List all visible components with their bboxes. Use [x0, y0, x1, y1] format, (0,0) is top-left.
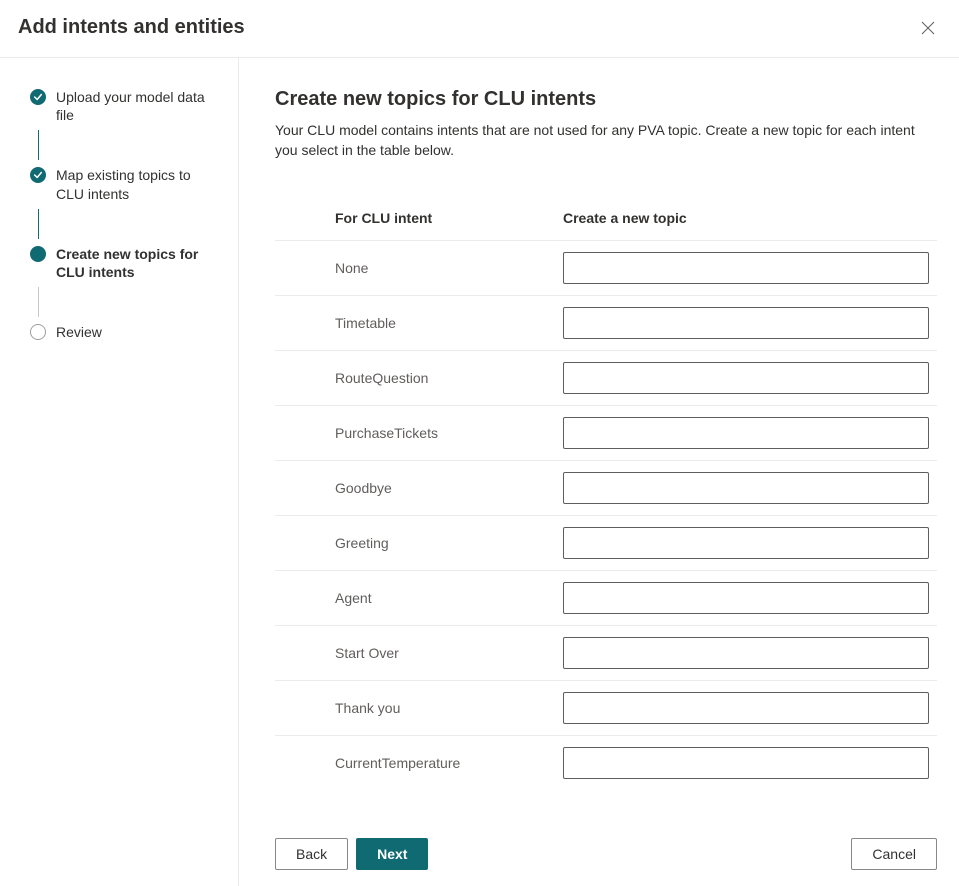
- cancel-button[interactable]: Cancel: [851, 838, 937, 870]
- topic-input[interactable]: [563, 582, 929, 614]
- dialog-title: Add intents and entities: [18, 16, 245, 39]
- column-header-intent[interactable]: For CLU intent: [275, 200, 555, 241]
- intent-cell: CurrentTemperature: [275, 736, 555, 791]
- topic-cell: [555, 681, 937, 736]
- close-button[interactable]: [917, 17, 939, 39]
- close-icon: [921, 21, 935, 35]
- table-row: RouteQuestion: [275, 351, 937, 406]
- topic-input[interactable]: [563, 472, 929, 504]
- dialog-footer: Back Next Cancel: [239, 822, 959, 886]
- topic-cell: [555, 351, 937, 406]
- topic-input[interactable]: [563, 527, 929, 559]
- page-description: Your CLU model contains intents that are…: [275, 121, 937, 160]
- step-connector: [38, 130, 39, 160]
- intent-cell: None: [275, 241, 555, 296]
- topic-input[interactable]: [563, 307, 929, 339]
- column-header-topic[interactable]: Create a new topic: [555, 200, 937, 241]
- step-label: Upload your model data file: [56, 88, 206, 124]
- intent-cell: RouteQuestion: [275, 351, 555, 406]
- step-label: Create new topics for CLU intents: [56, 245, 206, 281]
- topic-input[interactable]: [563, 747, 929, 779]
- step-map-topics[interactable]: Map existing topics to CLU intents: [30, 166, 218, 202]
- topic-cell: [555, 571, 937, 626]
- table-row: Greeting: [275, 516, 937, 571]
- topic-input[interactable]: [563, 692, 929, 724]
- main-content: Create new topics for CLU intents Your C…: [239, 58, 959, 822]
- topic-cell: [555, 461, 937, 516]
- intent-cell: Greeting: [275, 516, 555, 571]
- intent-cell: Goodbye: [275, 461, 555, 516]
- table-row: Thank you: [275, 681, 937, 736]
- topic-input[interactable]: [563, 252, 929, 284]
- table-row: Timetable: [275, 296, 937, 351]
- table-row: Start Over: [275, 626, 937, 681]
- main-panel: Create new topics for CLU intents Your C…: [239, 58, 959, 886]
- step-connector: [38, 287, 39, 317]
- topic-cell: [555, 736, 937, 791]
- intent-cell: Agent: [275, 571, 555, 626]
- table-row: PurchaseTickets: [275, 406, 937, 461]
- table-row: Goodbye: [275, 461, 937, 516]
- current-step-icon: [30, 246, 46, 262]
- intent-cell: Start Over: [275, 626, 555, 681]
- table-row: None: [275, 241, 937, 296]
- step-upload-model[interactable]: Upload your model data file: [30, 88, 218, 124]
- table-row: Agent: [275, 571, 937, 626]
- topic-input[interactable]: [563, 637, 929, 669]
- intent-cell: Thank you: [275, 681, 555, 736]
- topic-cell: [555, 406, 937, 461]
- step-create-topics[interactable]: Create new topics for CLU intents: [30, 245, 218, 281]
- topic-cell: [555, 516, 937, 571]
- topic-input[interactable]: [563, 417, 929, 449]
- dialog-header: Add intents and entities: [0, 0, 959, 58]
- topic-input[interactable]: [563, 362, 929, 394]
- wizard-sidebar: Upload your model data file Map existing…: [0, 58, 239, 886]
- page-heading: Create new topics for CLU intents: [275, 88, 937, 111]
- step-review[interactable]: Review: [30, 323, 218, 341]
- back-button[interactable]: Back: [275, 838, 348, 870]
- topic-cell: [555, 296, 937, 351]
- intent-cell: PurchaseTickets: [275, 406, 555, 461]
- table-row: CurrentTemperature: [275, 736, 937, 791]
- next-button[interactable]: Next: [356, 838, 428, 870]
- pending-step-icon: [30, 324, 46, 340]
- step-label: Map existing topics to CLU intents: [56, 166, 206, 202]
- intents-table: For CLU intent Create a new topic NoneTi…: [275, 200, 937, 790]
- topic-cell: [555, 241, 937, 296]
- step-connector: [38, 209, 39, 239]
- check-icon: [30, 167, 46, 183]
- dialog-body: Upload your model data file Map existing…: [0, 58, 959, 886]
- intent-cell: Timetable: [275, 296, 555, 351]
- topic-cell: [555, 626, 937, 681]
- check-icon: [30, 89, 46, 105]
- step-label: Review: [56, 323, 102, 341]
